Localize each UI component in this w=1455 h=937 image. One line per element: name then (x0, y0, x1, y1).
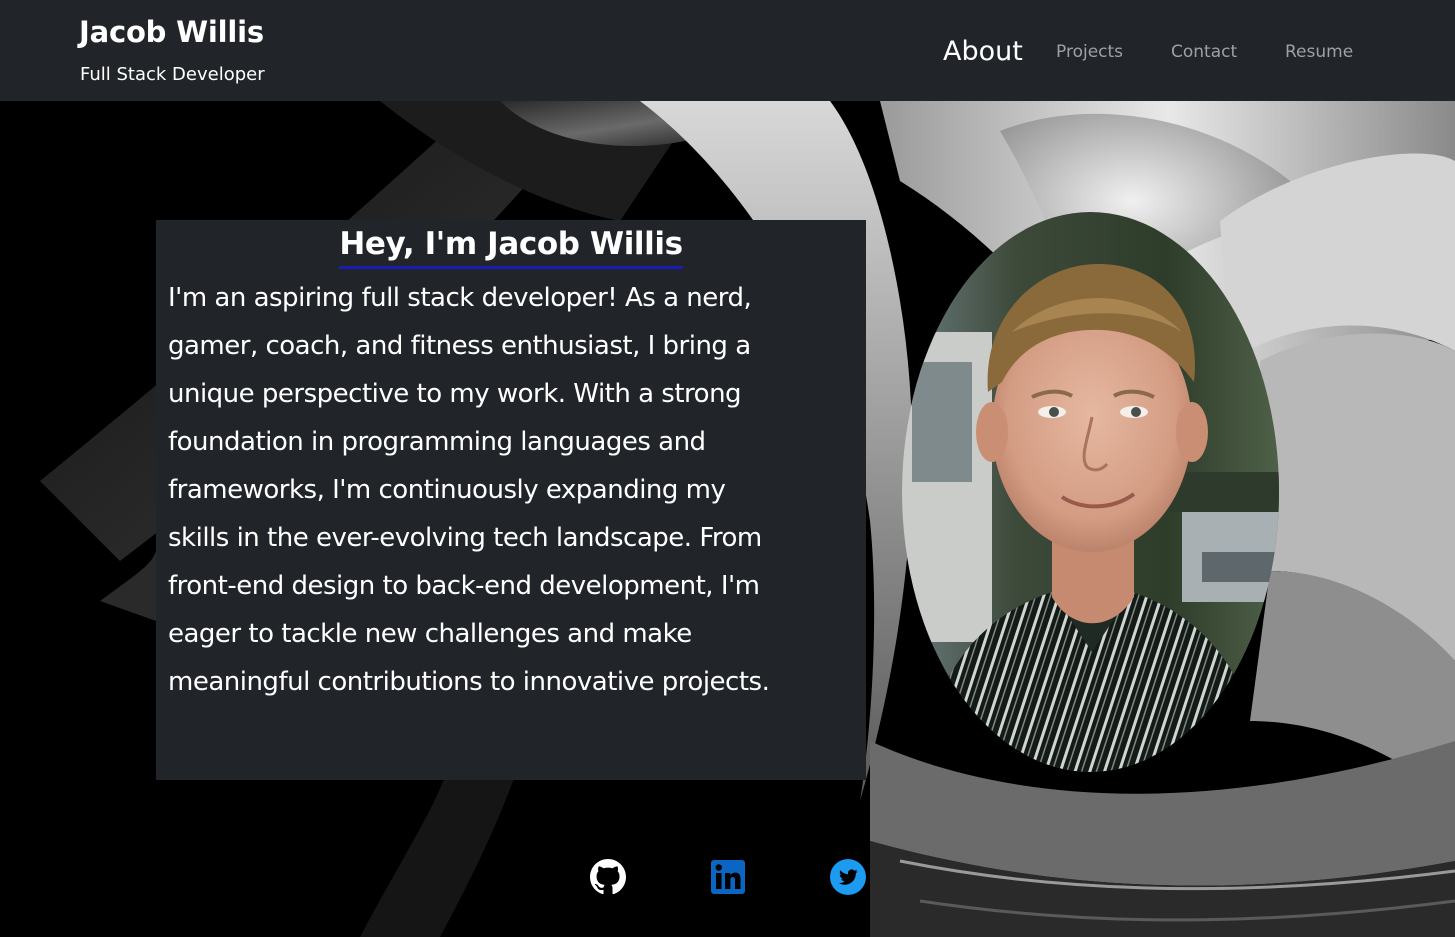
twitter-icon[interactable] (830, 859, 866, 895)
profile-photo (902, 212, 1279, 772)
about-line: gamer, coach, and fitness enthusiast, I … (168, 331, 751, 361)
nav-about-link[interactable]: About (943, 36, 1023, 67)
nav-projects-link[interactable]: Projects (1056, 42, 1123, 62)
about-line: eager to tackle new challenges and make (168, 619, 692, 649)
about-line: meaningful contributions to innovative p… (168, 667, 770, 697)
nav-contact-link[interactable]: Contact (1171, 42, 1237, 62)
about-line: foundation in programming languages and (168, 427, 706, 457)
about-line: skills in the ever-evolving tech landsca… (168, 523, 762, 553)
site-header: Jacob Willis Full Stack Developer About … (0, 0, 1455, 101)
nav-resume-link[interactable]: Resume (1285, 42, 1353, 62)
about-line: unique perspective to my work. With a st… (168, 379, 742, 409)
github-icon[interactable] (590, 859, 626, 895)
about-card: Hey, I'm Jacob Willis I'm an aspiring fu… (156, 220, 866, 780)
about-paragraph: I'm an aspiring full stack developer! As… (168, 274, 858, 706)
about-line: I'm an aspiring full stack developer! As… (168, 283, 752, 313)
site-subtitle: Full Stack Developer (80, 64, 265, 85)
portfolio-page: Jacob Willis Full Stack Developer About … (0, 0, 1455, 937)
about-heading-wrap: Hey, I'm Jacob Willis (156, 222, 866, 269)
about-line: frameworks, I'm continuously expanding m… (168, 475, 726, 505)
linkedin-icon[interactable] (711, 860, 745, 894)
about-line: front-end design to back-end development… (168, 571, 760, 601)
site-title[interactable]: Jacob Willis (79, 15, 264, 49)
about-heading: Hey, I'm Jacob Willis (339, 222, 683, 269)
